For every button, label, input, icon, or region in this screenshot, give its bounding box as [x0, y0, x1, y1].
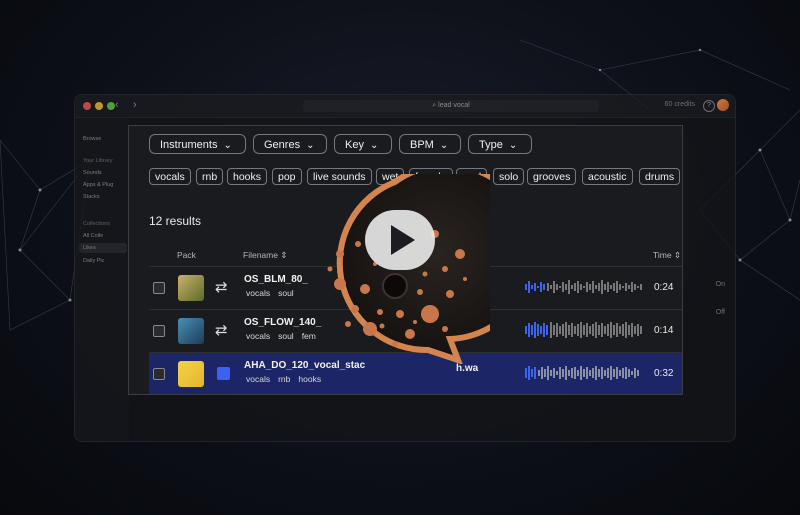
duration: 0:32 — [654, 368, 674, 379]
forward-arrow-icon[interactable]: › — [133, 99, 137, 111]
row-tags: vocals soul — [246, 288, 302, 298]
stop-icon[interactable] — [217, 367, 230, 380]
tag-pop[interactable]: pop — [272, 168, 302, 185]
avatar[interactable] — [717, 99, 729, 111]
row-tag[interactable]: rnb — [278, 374, 290, 384]
sidebar-item-sounds[interactable]: Sounds — [83, 170, 102, 176]
filter-instruments[interactable]: Instruments ⌄ — [149, 134, 246, 154]
sort-icon: ⇕ — [280, 250, 288, 260]
column-label: Filename — [243, 250, 278, 260]
filename-overflow: h.wa — [456, 363, 479, 374]
minimize-window-button[interactable] — [95, 102, 103, 110]
chevron-down-icon: ⌄ — [508, 140, 518, 151]
sidebar-item-likes[interactable]: Likes — [83, 245, 96, 251]
waveform[interactable] — [525, 364, 650, 382]
tag-vocals[interactable]: vocals — [149, 168, 191, 185]
sort-icon: ⇕ — [673, 250, 682, 260]
sidebar-section-collections: Collections — [83, 221, 110, 227]
pack-thumbnail[interactable] — [178, 318, 204, 344]
title-bar: ‹ › ⌕ lead vocal 60 credits ? — [75, 95, 735, 118]
sidebar-item-browse[interactable]: Browse — [83, 136, 101, 142]
sidebar-section-library: Your Library — [83, 158, 113, 164]
pack-thumbnail[interactable] — [178, 275, 204, 301]
sidebar-item-apps[interactable]: Apps & Plug — [83, 182, 113, 188]
bg-right-label-2: Off — [715, 309, 725, 316]
row-tag[interactable]: vocals — [246, 374, 270, 384]
close-window-button[interactable] — [83, 102, 91, 110]
loop-icon: ⇄ — [215, 279, 228, 296]
filter-label: BPM — [410, 139, 434, 151]
search-input[interactable]: ⌕ lead vocal — [303, 100, 599, 112]
filter-bpm[interactable]: BPM ⌄ — [399, 134, 461, 154]
waveform[interactable] — [525, 321, 650, 339]
column-header-time[interactable]: Time ⇕ — [653, 250, 681, 261]
waveform[interactable] — [525, 278, 650, 296]
back-arrow-icon[interactable]: ‹ — [115, 99, 119, 111]
sidebar-item-stacks[interactable]: Stacks — [83, 194, 100, 200]
row-tag[interactable]: vocals — [246, 331, 270, 341]
filename[interactable]: OS_BLM_80_ — [244, 274, 308, 285]
column-header-filename[interactable]: Filename ⇕ — [243, 250, 287, 261]
play-icon — [391, 225, 415, 255]
sidebar: Browse Your Library Sounds Apps & Plug S… — [75, 118, 129, 441]
help-icon[interactable]: ? — [703, 100, 715, 112]
filter-label: Key — [345, 139, 364, 151]
play-button[interactable] — [365, 210, 435, 270]
row-tag[interactable]: soul — [278, 288, 294, 298]
row-tag[interactable]: soul — [278, 331, 294, 341]
chevron-down-icon: ⌄ — [439, 140, 449, 151]
loop-icon: ⇄ — [215, 322, 228, 339]
column-header-pack[interactable]: Pack — [177, 250, 196, 260]
pack-thumbnail[interactable] — [178, 361, 204, 387]
search-text: lead vocal — [438, 102, 470, 109]
sidebar-item-daily-picks[interactable]: Daily Pic — [83, 258, 104, 264]
chevron-down-icon: ⌄ — [223, 140, 232, 151]
duration: 0:14 — [654, 325, 674, 336]
row-checkbox[interactable] — [153, 282, 165, 294]
tag-rnb[interactable]: rnb — [196, 168, 224, 185]
filter-label: Instruments — [160, 139, 218, 151]
row-tags: vocals rnb hooks — [246, 374, 329, 384]
tag-solo[interactable]: solo — [493, 168, 525, 185]
chevron-down-icon: ⌄ — [306, 140, 315, 151]
chevron-down-icon: ⌄ — [369, 140, 379, 151]
filter-label: Type — [479, 139, 503, 151]
row-checkbox[interactable] — [153, 325, 165, 337]
row-checkbox[interactable] — [153, 368, 165, 380]
tag-hooks[interactable]: hooks — [227, 168, 268, 185]
filter-genres[interactable]: Genres ⌄ — [253, 134, 327, 154]
bg-right-label-1: On — [715, 281, 725, 288]
tag-grooves[interactable]: grooves — [527, 168, 577, 185]
results-count: 12 results — [149, 214, 202, 228]
column-label: Time — [653, 250, 672, 260]
duration: 0:24 — [654, 282, 674, 293]
row-tag[interactable]: vocals — [246, 288, 270, 298]
row-tag[interactable]: hooks — [298, 374, 321, 384]
tag-drums[interactable]: drums — [639, 168, 681, 185]
credits-label: 60 credits — [664, 101, 695, 108]
filter-type[interactable]: Type ⌄ — [468, 134, 532, 154]
filter-label: Genres — [264, 139, 301, 151]
maximize-window-button[interactable] — [107, 102, 115, 110]
tag-acoustic[interactable]: acoustic — [582, 168, 633, 185]
filter-key[interactable]: Key ⌄ — [334, 134, 392, 154]
sidebar-item-all-collections[interactable]: All Colle — [83, 233, 103, 239]
